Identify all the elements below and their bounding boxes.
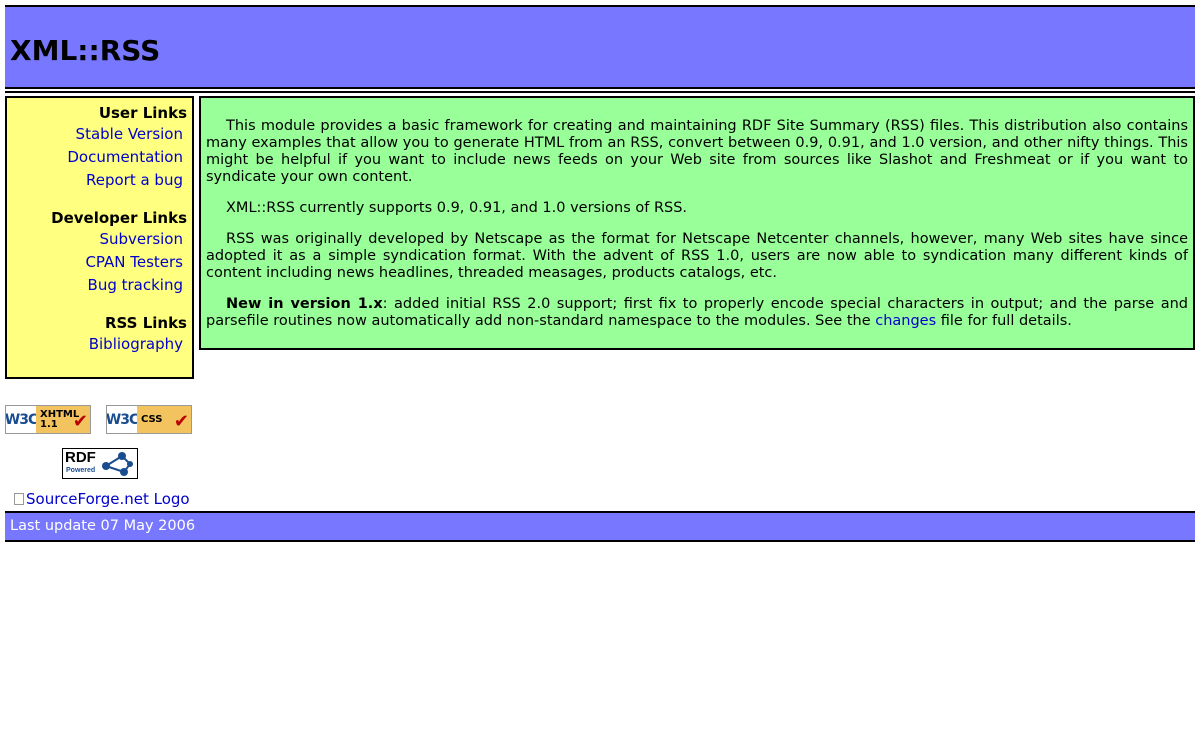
- new-version-paragraph: New in version 1.x: added initial RSS 2.…: [206, 296, 1188, 330]
- last-update-text: Last update 07 May 2006: [10, 518, 196, 534]
- rdf-graph-icon: [102, 452, 133, 476]
- sidebar-nav: User Links Stable Version Documentation …: [5, 96, 194, 379]
- changes-link[interactable]: changes: [875, 313, 936, 329]
- bug-tracking-link[interactable]: Bug tracking: [88, 276, 183, 294]
- w3c-logo-icon: W3C: [5, 411, 38, 428]
- rss-links-heading: RSS Links: [105, 314, 187, 332]
- developer-links-heading: Developer Links: [51, 209, 187, 227]
- subversion-link[interactable]: Subversion: [100, 230, 184, 248]
- rdf-powered-badge[interactable]: RDF Powered: [62, 448, 138, 479]
- bibliography-link[interactable]: Bibliography: [89, 335, 183, 353]
- main-content: This module provides a basic framework f…: [199, 96, 1195, 350]
- site-header: XML::RSS: [5, 5, 1195, 89]
- checkmark-icon: ✔: [173, 411, 189, 432]
- new-version-label: New in version 1.x: [226, 296, 383, 312]
- new-version-end: file for full details.: [936, 313, 1072, 329]
- site-footer: Last update 07 May 2006: [5, 511, 1195, 542]
- site-title: XML::RSS: [10, 34, 161, 67]
- w3c-xhtml-badge[interactable]: W3C XHTML 1.1 ✔: [5, 405, 91, 434]
- rdf-powered-label: Powered: [66, 467, 96, 474]
- documentation-link[interactable]: Documentation: [67, 148, 183, 166]
- header-divider: [5, 91, 1195, 93]
- sourceforge-logo-alt: SourceForge.net Logo: [26, 490, 190, 508]
- w3c-logo-icon: W3C: [106, 411, 139, 428]
- intro-paragraph: This module provides a basic framework f…: [206, 118, 1188, 185]
- stable-version-link[interactable]: Stable Version: [76, 125, 183, 143]
- w3c-css-badge[interactable]: W3C CSS ✔: [106, 405, 192, 434]
- rdf-label: RDF: [65, 449, 96, 466]
- report-bug-link[interactable]: Report a bug: [86, 171, 183, 189]
- checkmark-icon: ✔: [72, 411, 88, 432]
- broken-image-icon: [14, 493, 24, 505]
- user-links-heading: User Links: [98, 104, 187, 122]
- history-paragraph: RSS was originally developed by Netscape…: [206, 231, 1188, 281]
- versions-paragraph: XML::RSS currently supports 0.9, 0.91, a…: [226, 200, 688, 216]
- sourceforge-logo-link[interactable]: SourceForge.net Logo: [14, 490, 190, 508]
- cpan-testers-link[interactable]: CPAN Testers: [85, 253, 183, 271]
